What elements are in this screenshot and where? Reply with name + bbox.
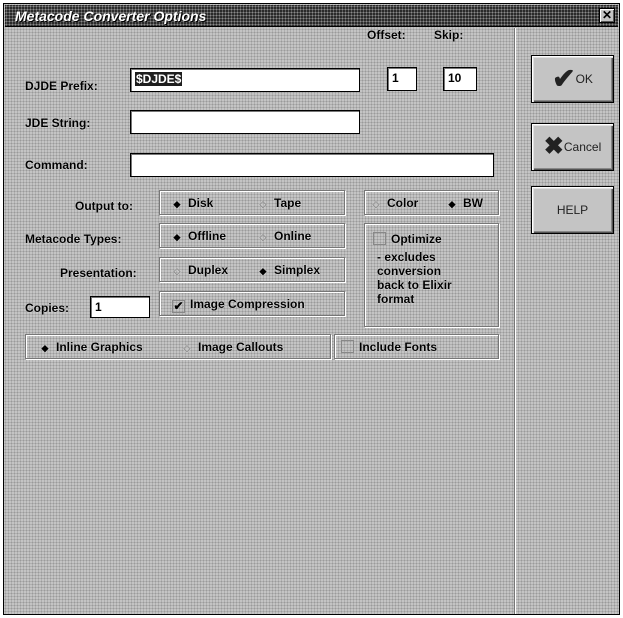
button-column-divider [514, 28, 516, 614]
radio-selected-icon [445, 199, 459, 210]
close-button[interactable]: ✕ [599, 8, 615, 23]
offline-radio[interactable]: Offline [170, 229, 226, 243]
bw-radio[interactable]: BW [445, 196, 483, 210]
radio-selected-icon [256, 266, 270, 277]
offset-input[interactable]: 1 [387, 67, 417, 91]
image-compression-checkbox[interactable]: ✔ Image Compression [172, 297, 305, 313]
jde-string-input[interactable] [130, 110, 360, 134]
djde-prefix-input[interactable]: $DJDE$ [130, 68, 360, 92]
offset-label: Offset: [367, 28, 406, 42]
ok-label: OK [575, 72, 593, 86]
checkbox-icon [341, 340, 354, 353]
command-label: Command: [25, 158, 88, 172]
image-compression-group: ✔ Image Compression [159, 291, 345, 316]
djde-prefix-value: $DJDE$ [135, 72, 183, 86]
checkbox-icon [373, 232, 386, 245]
color-mode-group: Color BW [364, 190, 499, 215]
tape-radio[interactable]: Tape [256, 196, 301, 210]
title-bar[interactable]: Metacode Converter Options ✕ [5, 5, 618, 27]
cancel-label: Cancel [563, 140, 602, 154]
radio-selected-icon [170, 232, 184, 243]
output-to-group: Disk Tape [159, 190, 345, 215]
simplex-radio[interactable]: Simplex [256, 263, 320, 277]
x-icon: ✖ [543, 133, 564, 160]
copies-input[interactable]: 1 [90, 296, 150, 318]
optimize-group: Optimize - excludes conversion back to E… [364, 223, 499, 327]
copies-label: Copies: [25, 301, 70, 315]
output-to-label: Output to: [75, 199, 133, 213]
optimize-checkbox[interactable]: Optimize [373, 232, 442, 246]
djde-prefix-label: DJDE Prefix: [25, 79, 98, 93]
duplex-radio[interactable]: Duplex [170, 263, 228, 277]
radio-unselected-icon [256, 199, 270, 210]
radio-selected-icon [170, 199, 184, 210]
include-fonts-checkbox[interactable]: Include Fonts [341, 340, 437, 354]
presentation-label: Presentation: [60, 266, 137, 280]
inline-graphics-radio[interactable]: Inline Graphics [38, 340, 143, 354]
graphics-mode-group: Inline Graphics Image Callouts [25, 334, 331, 359]
radio-unselected-icon [256, 232, 270, 243]
converter-options-window: Metacode Converter Options ✕ Offset: Ski… [3, 3, 620, 615]
help-button[interactable]: HELP [531, 186, 614, 234]
color-radio[interactable]: Color [369, 196, 418, 210]
command-input[interactable] [130, 153, 494, 177]
help-label: HELP [556, 203, 589, 217]
skip-input[interactable]: 10 [443, 67, 477, 91]
image-callouts-radio[interactable]: Image Callouts [180, 340, 283, 354]
include-fonts-group: Include Fonts [334, 334, 499, 359]
checkmark-icon: ✔ [172, 299, 185, 313]
checkmark-icon: ✔ [552, 63, 576, 94]
online-radio[interactable]: Online [256, 229, 311, 243]
window-title: Metacode Converter Options [15, 8, 207, 24]
radio-unselected-icon [180, 343, 194, 354]
cancel-button[interactable]: ✖ Cancel [531, 123, 614, 171]
skip-label: Skip: [434, 28, 464, 42]
radio-unselected-icon [170, 266, 184, 277]
metacode-types-label: Metacode Types: [25, 232, 122, 246]
disk-radio[interactable]: Disk [170, 196, 213, 210]
metacode-types-group: Offline Online [159, 223, 345, 248]
radio-unselected-icon [369, 199, 383, 210]
radio-selected-icon [38, 343, 52, 354]
optimize-note: - excludes conversion back to Elixir for… [377, 250, 452, 306]
ok-button[interactable]: ✔ OK [531, 55, 614, 103]
jde-string-label: JDE String: [25, 116, 91, 130]
presentation-group: Duplex Simplex [159, 257, 345, 282]
